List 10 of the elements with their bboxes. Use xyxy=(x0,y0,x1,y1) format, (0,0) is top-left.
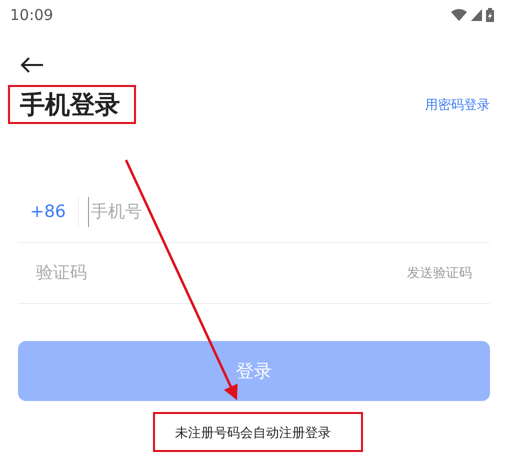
page-title: 手机登录 xyxy=(20,89,120,120)
status-time: 10:09 xyxy=(10,6,54,24)
register-notice: 未注册号码会自动注册登录 xyxy=(175,426,331,441)
back-arrow-icon[interactable] xyxy=(20,56,44,74)
country-code[interactable]: +86 xyxy=(18,202,78,222)
signal-icon xyxy=(471,9,482,21)
send-code-button[interactable]: 发送验证码 xyxy=(407,264,490,282)
password-login-link[interactable]: 用密码登录 xyxy=(425,96,490,114)
battery-icon xyxy=(486,8,494,22)
wifi-icon xyxy=(451,9,467,21)
